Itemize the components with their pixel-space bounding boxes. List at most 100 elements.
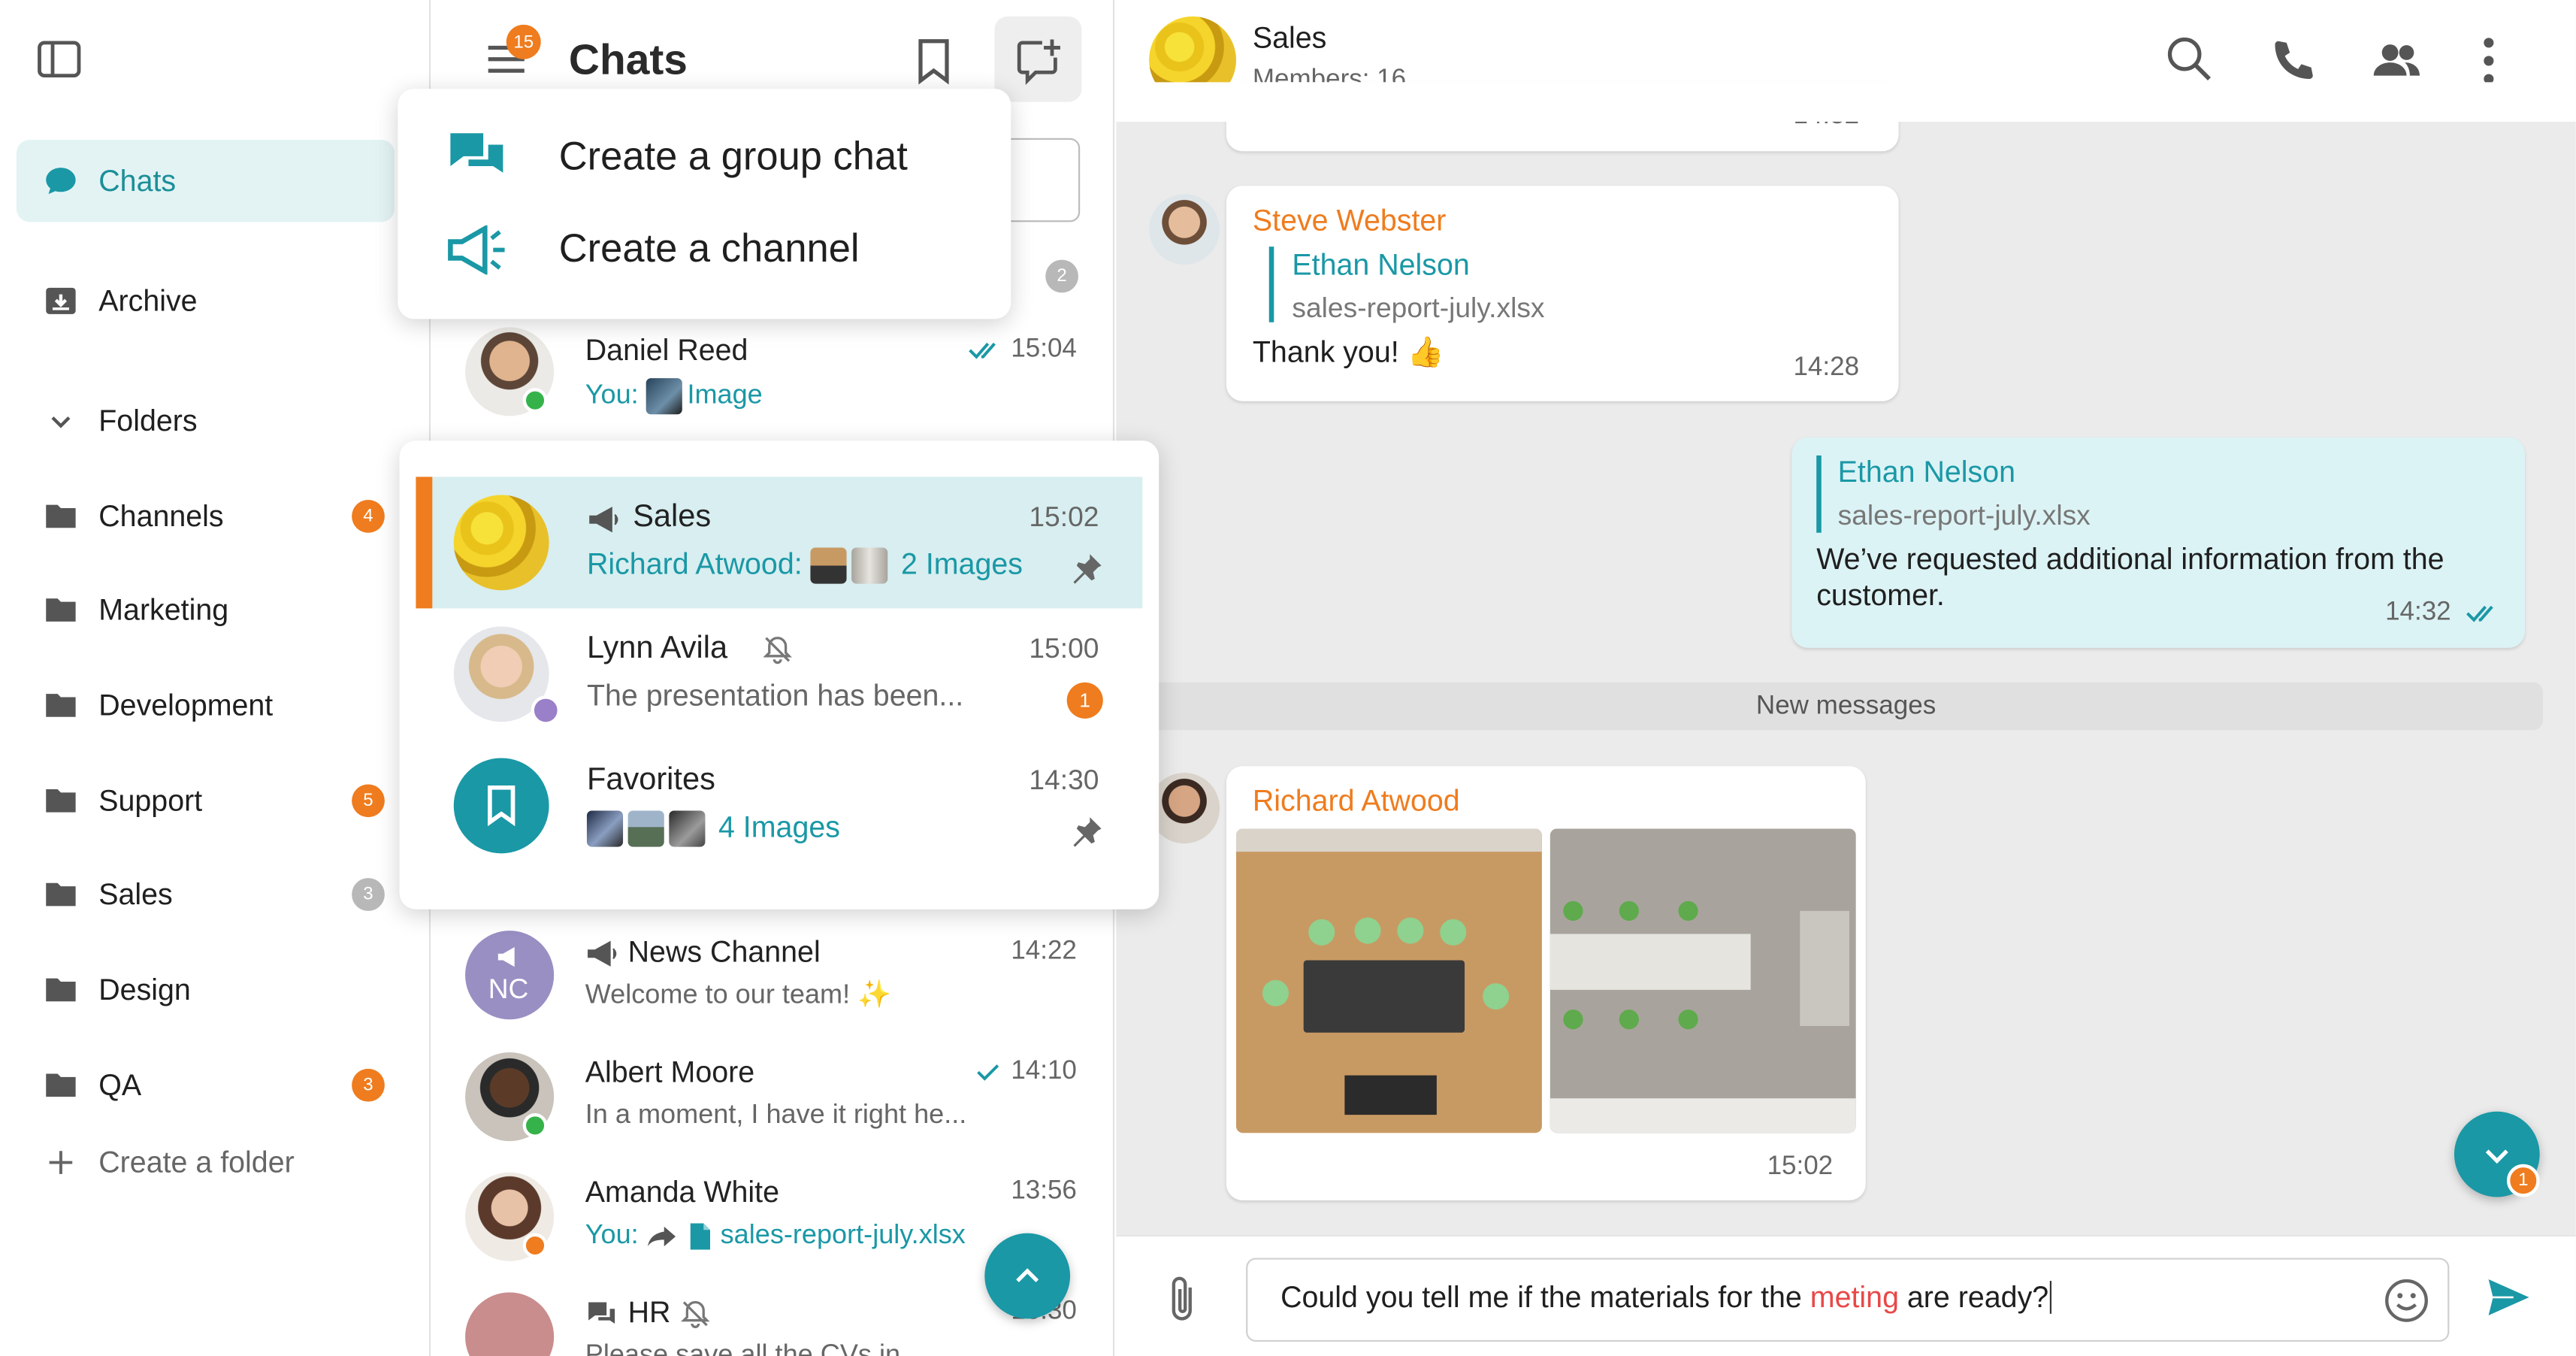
sidebar-item-label: Archive [98, 283, 198, 317]
send-icon[interactable] [2484, 1274, 2533, 1320]
message-bubble: Richard Atwood 15:02 [1226, 766, 1866, 1200]
sidebar-folder-qa[interactable]: QA 3 [17, 1044, 395, 1126]
sender-avatar[interactable] [1149, 773, 1220, 844]
paperclip-icon[interactable] [1166, 1274, 1202, 1324]
chat-row-lynn-avila[interactable]: Lynn Avila 15:00 The presentation has be… [416, 608, 1142, 740]
message-time: 15:02 [1767, 1152, 1834, 1181]
reply-bar [1268, 247, 1274, 322]
message-input[interactable]: Could you tell me if the materials for t… [1246, 1258, 2450, 1342]
sidebar-item-label: Chats [98, 163, 177, 197]
new-chat-menu: Create a group chat Create a channel [398, 89, 1011, 319]
sender-name[interactable]: Richard Atwood [1253, 784, 1460, 819]
message-time: 14:28 [1793, 353, 1860, 382]
online-indicator [522, 1112, 548, 1138]
sidebar-folder-label: Channels [98, 498, 224, 532]
sidebar-folder-design[interactable]: Design [17, 949, 395, 1031]
misspelled-word: meting [1810, 1281, 1899, 1314]
chat-preview: In a moment, I have it right he... [585, 1100, 967, 1130]
avatar: NC [465, 931, 555, 1020]
avatar [465, 1292, 555, 1356]
chat-preview: Richard Atwood: 2 Images [587, 547, 1023, 585]
folder-icon [43, 972, 79, 1008]
sender-name[interactable]: Steve Webster [1253, 204, 1447, 238]
megaphone-icon [585, 939, 621, 968]
members-icon[interactable] [2372, 40, 2422, 83]
sidebar-item-chats[interactable]: Chats [16, 139, 395, 222]
own-message-bubble: Ethan Nelson sales-report-july.xlsx We’v… [1791, 437, 2525, 648]
chat-time: 15:00 [1029, 633, 1099, 664]
menu-item-label: Create a channel [558, 226, 860, 271]
sidebar-item-archive[interactable]: Archive [17, 260, 395, 342]
scheduled-indicator [531, 695, 561, 725]
image-thumb [669, 810, 706, 848]
chat-preview: You: Image [585, 378, 763, 415]
muted-bell-icon [681, 1299, 710, 1328]
new-chat-icon [1014, 36, 1064, 86]
sidebar-folder-support[interactable]: Support 5 [17, 760, 395, 842]
reply-file: sales-report-july.xlsx [1837, 500, 2091, 531]
selection-indicator [416, 477, 433, 609]
sidebar-folder-development[interactable]: Development [17, 664, 395, 746]
new-chat-button[interactable] [994, 16, 1082, 102]
folder-unread-badge: 3 [352, 1068, 385, 1102]
forward-icon [646, 1223, 679, 1249]
chat-row-news-channel[interactable]: NC News Channel 14:22 Welcome to our tea… [431, 918, 1114, 1040]
sidebar-folder-marketing[interactable]: Marketing [17, 569, 395, 651]
office-image[interactable] [1550, 828, 1856, 1134]
bookmark-icon[interactable] [914, 36, 954, 86]
image-thumb [586, 810, 624, 848]
reply-author: Ethan Nelson [1837, 455, 2016, 489]
avatar-initials: NC [488, 973, 529, 1005]
folder-icon [43, 592, 79, 628]
scroll-down-button[interactable]: 1 [2454, 1111, 2540, 1197]
header-mask [1116, 82, 2576, 122]
folder-icon [43, 687, 79, 723]
sidebar-folder-label: QA [98, 1067, 142, 1101]
more-vertical-icon[interactable] [2481, 36, 2497, 86]
chat-preview: 4 Images [586, 810, 840, 848]
chat-row-favorites[interactable]: Favorites 14:30 4 Images [416, 740, 1142, 871]
folders-toggle[interactable]: Folders [17, 380, 395, 462]
composer: Could you tell me if the materials for t… [1116, 1234, 2576, 1356]
folder-icon [43, 782, 79, 819]
meeting-room-image[interactable] [1236, 828, 1542, 1134]
chat-row-albert-moore[interactable]: Albert Moore 14:10 In a moment, I have i… [431, 1037, 1114, 1159]
chat-name: Albert Moore [585, 1055, 755, 1089]
group-chat-icon [585, 1299, 618, 1328]
chat-name: Amanda White [585, 1176, 780, 1209]
menu-item-create-group-chat[interactable]: Create a group chat [398, 112, 1011, 204]
message-input-text: Could you tell me if the materials for t… [1280, 1281, 2052, 1315]
chat-bubble-icon [43, 163, 79, 199]
image-thumb [627, 810, 664, 848]
scroll-up-button[interactable] [984, 1233, 1071, 1319]
chat-title[interactable]: Sales [1253, 21, 1327, 56]
pinned-chats-popup: Sales 15:02 Richard Atwood: 2 Images Lyn… [399, 440, 1160, 910]
sender-avatar[interactable] [1149, 194, 1220, 265]
group-chat-icon [447, 130, 506, 186]
megaphone-icon [587, 505, 623, 534]
folder-unread-badge: 4 [352, 500, 385, 533]
online-indicator [522, 388, 548, 413]
menu-item-create-channel[interactable]: Create a channel [398, 204, 1011, 296]
chat-row-daniel-reed[interactable]: Daniel Reed 15:04 You: Image [431, 310, 1114, 432]
chat-time: 14:30 [1029, 764, 1099, 796]
create-folder-button[interactable]: Create a folder [17, 1121, 395, 1203]
reply-author: Ethan Nelson [1292, 248, 1470, 282]
chat-preview: The presentation has been... [586, 679, 964, 713]
sidebar-toggle-icon[interactable] [36, 36, 82, 82]
emoji-icon[interactable] [2384, 1278, 2429, 1324]
folder-icon [43, 498, 79, 534]
chat-name: HR [627, 1295, 671, 1329]
search-icon[interactable] [2165, 35, 2215, 84]
menu-badge: 15 [506, 24, 541, 59]
chat-time: 14:22 [1011, 937, 1077, 966]
folders-label: Folders [98, 404, 198, 437]
sidebar-folder-channels[interactable]: Channels 4 [17, 475, 395, 557]
scroll-badge: 1 [2506, 1164, 2540, 1197]
pin-icon [1070, 816, 1103, 849]
sidebar-folder-sales[interactable]: Sales 3 [17, 853, 395, 935]
chat-name: Sales [633, 500, 712, 534]
phone-icon[interactable] [2269, 36, 2318, 86]
new-messages-divider: New messages [1149, 682, 2544, 731]
chat-row-sales[interactable]: Sales 15:02 Richard Atwood: 2 Images [416, 477, 1143, 609]
